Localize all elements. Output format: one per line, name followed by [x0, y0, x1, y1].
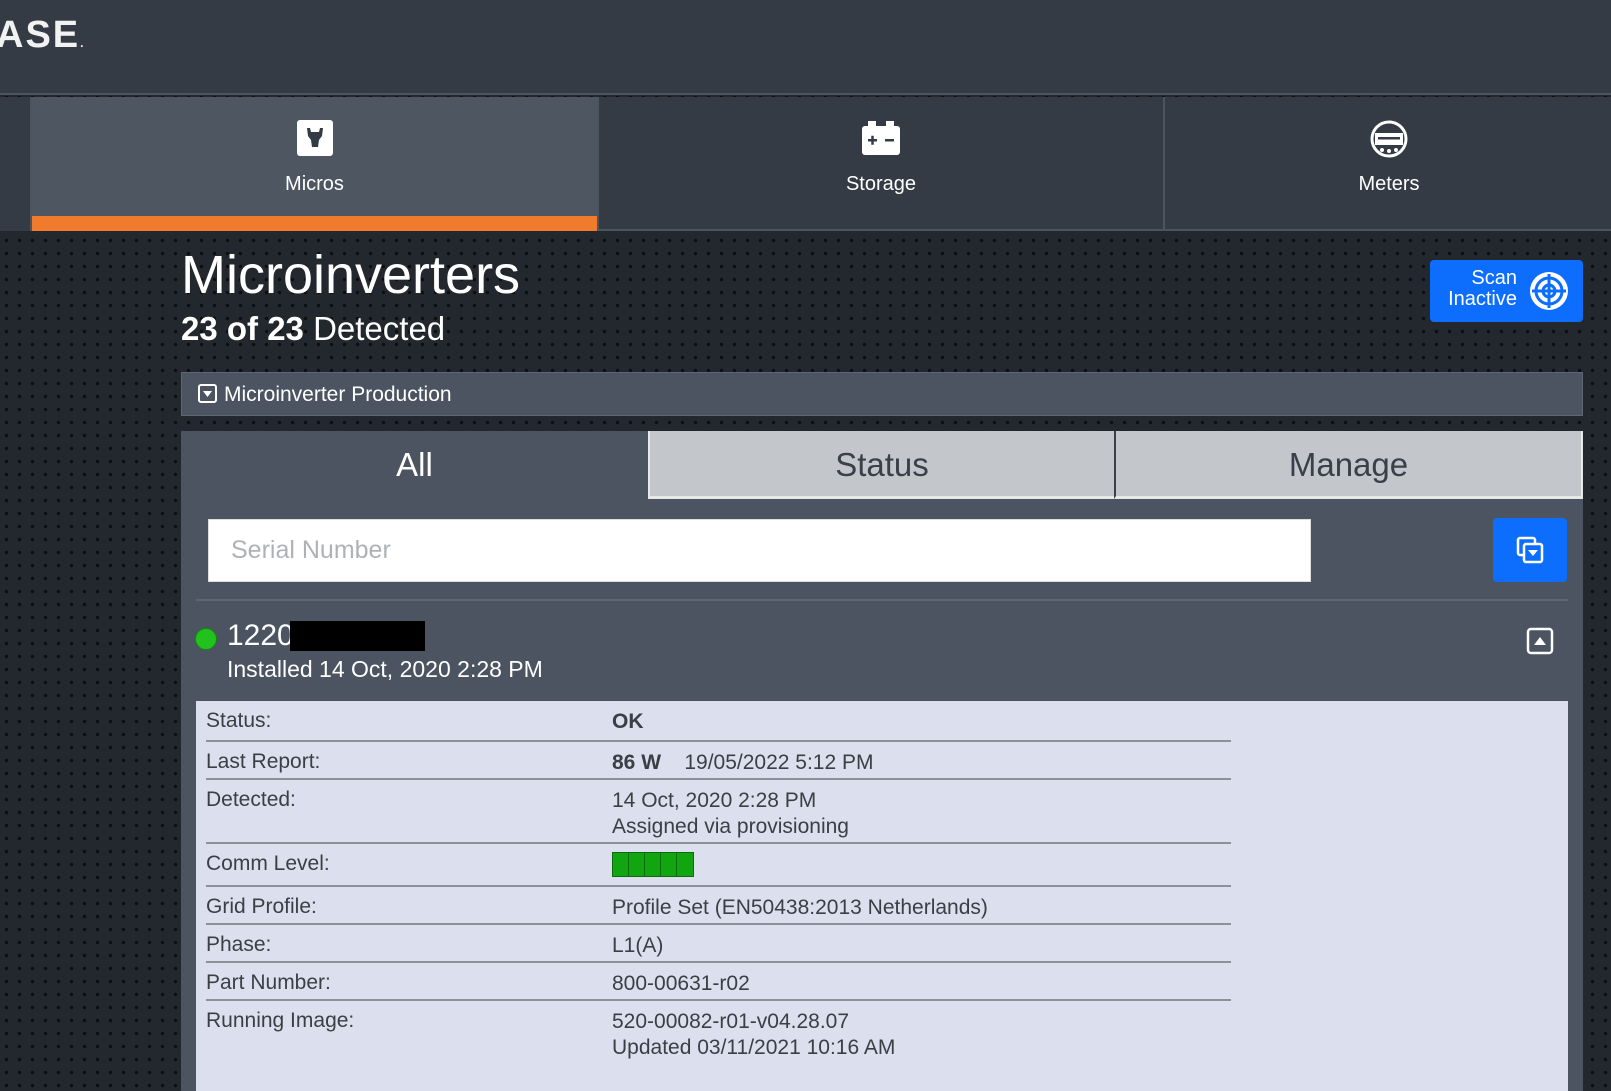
detected-time: 14 Oct, 2020 2:28 PM: [612, 789, 817, 812]
battery-icon: [861, 119, 901, 162]
scan-label-line2: Inactive: [1448, 288, 1517, 310]
comm-bar: [629, 853, 645, 876]
nav-tab-meters[interactable]: Meters: [1165, 97, 1611, 231]
filter-button[interactable]: [1493, 518, 1567, 582]
page-title: Microinverters: [181, 245, 521, 305]
scan-inactive-button[interactable]: Scan Inactive: [1430, 260, 1583, 322]
comm-level-label: Comm Level:: [206, 852, 330, 875]
nav-label-micros: Micros: [285, 173, 344, 195]
last-report-time: 19/05/2022 5:12 PM: [684, 751, 874, 774]
comm-bar: [645, 853, 661, 876]
subtab-manage[interactable]: Manage: [1114, 431, 1583, 499]
detail-row-running-image: Running Image: 520-00082-r01-v04.28.07 U…: [206, 1001, 1231, 1065]
target-icon: [1528, 270, 1570, 317]
status-ok-indicator: [195, 628, 217, 650]
grid-profile-value: Profile Set (EN50438:2013 Netherlands): [612, 896, 988, 919]
detected-note: Assigned via provisioning: [612, 815, 849, 838]
subtab-all[interactable]: All: [181, 431, 648, 499]
detail-row-detected: Detected: 14 Oct, 2020 2:28 PM Assigned …: [206, 780, 1231, 844]
status-label: Status:: [206, 709, 272, 732]
detected-value: 14 Oct, 2020 2:28 PM Assigned via provis…: [612, 788, 849, 840]
microinverter-production-toggle[interactable]: Microinverter Production: [181, 372, 1583, 416]
part-number-label: Part Number:: [206, 971, 331, 994]
detail-row-status: Status: OK: [206, 701, 1231, 742]
comm-level-bars: [612, 852, 694, 877]
collapse-up-icon[interactable]: [1526, 627, 1554, 660]
scan-label-line1: Scan: [1471, 267, 1517, 289]
detail-row-phase: Phase: L1(A): [206, 925, 1231, 963]
microinverter-panel: All Status Manage 1220 Installed 14 Oct,…: [181, 431, 1583, 1091]
running-image-version: 520-00082-r01-v04.28.07: [612, 1010, 850, 1033]
logo-text: ASE: [0, 14, 81, 56]
device-details: Status: OK Last Report: 86 W 19/05/2022 …: [196, 701, 1568, 1091]
phase-label: Phase:: [206, 933, 272, 956]
scan-button-text: Scan Inactive: [1448, 268, 1517, 310]
detail-row-grid-profile: Grid Profile: Profile Set (EN50438:2013 …: [206, 887, 1231, 925]
grid-profile-label: Grid Profile:: [206, 895, 317, 918]
detected-suffix: Detected: [303, 310, 446, 347]
brand-logo: ASE.: [0, 14, 85, 57]
production-label: Microinverter Production: [224, 383, 452, 406]
serial-redaction: [290, 621, 425, 651]
nav-tab-micros[interactable]: Micros: [32, 97, 599, 231]
last-report-value: 86 W 19/05/2022 5:12 PM: [612, 750, 874, 776]
detected-count: 23 of 23: [181, 310, 304, 347]
status-value-text: OK: [612, 710, 644, 733]
last-report-label: Last Report:: [206, 750, 321, 773]
micro-icon: [296, 119, 334, 162]
divider: [196, 599, 1568, 601]
device-installed-date: Installed 14 Oct, 2020 2:28 PM: [227, 656, 543, 682]
main-nav: Micros Storage Meters: [0, 97, 1611, 231]
dropdown-box-icon: [198, 384, 217, 408]
comm-bar: [677, 853, 693, 876]
nav-tab-partial[interactable]: [0, 97, 32, 231]
detected-label: Detected:: [206, 788, 296, 811]
running-image-label: Running Image:: [206, 1009, 355, 1032]
status-value: OK: [612, 709, 644, 735]
detail-row-part-number: Part Number: 800-00631-r02: [206, 963, 1231, 1001]
active-tab-indicator: [32, 216, 597, 231]
nav-tab-storage[interactable]: Storage: [599, 97, 1165, 231]
comm-bar: [661, 853, 677, 876]
detected-summary: 23 of 23 Detected: [181, 310, 445, 348]
comm-bar: [613, 853, 629, 876]
last-report-power: 86 W: [612, 751, 662, 774]
part-number-value: 800-00631-r02: [612, 972, 750, 995]
nav-label-meters: Meters: [1358, 173, 1420, 195]
detail-row-last-report: Last Report: 86 W 19/05/2022 5:12 PM: [206, 742, 1231, 780]
nav-label-storage: Storage: [845, 173, 917, 195]
running-image-value: 520-00082-r01-v04.28.07 Updated 03/11/20…: [612, 1009, 895, 1061]
subtab-status[interactable]: Status: [648, 431, 1114, 499]
running-image-updated: Updated 03/11/2021 10:16 AM: [612, 1036, 896, 1059]
top-header: ASE.: [0, 0, 1611, 95]
detail-row-comm-level: Comm Level:: [206, 844, 1231, 887]
device-serial[interactable]: 1220: [227, 619, 294, 653]
phase-value: L1(A): [612, 934, 664, 957]
logo-dot: .: [80, 36, 86, 50]
meter-icon: [1369, 119, 1409, 164]
comm-level-indicator: [612, 852, 694, 877]
filter-copy-icon: [1516, 536, 1544, 569]
serial-number-search-input[interactable]: [208, 519, 1311, 582]
